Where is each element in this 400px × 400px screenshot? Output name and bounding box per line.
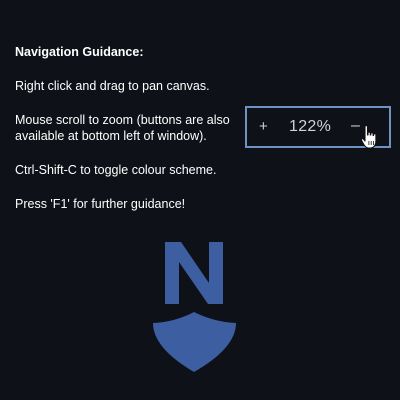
zoom-in-button[interactable]: + [259, 116, 268, 138]
navigation-guidance: Navigation Guidance: Right click and dra… [15, 44, 255, 230]
guidance-help-text: Press 'F1' for further guidance! [15, 197, 186, 211]
logo-shield [153, 312, 236, 372]
hand-cursor-icon [360, 124, 377, 149]
logo-icon [153, 242, 236, 372]
zoom-out-button[interactable]: – [351, 115, 360, 137]
logo-letter [165, 242, 223, 304]
guidance-colour-text: Ctrl-Shift-C to toggle colour scheme. [15, 163, 217, 177]
zoom-level: 122% [289, 118, 332, 135]
guidance-pan-text: Right click and drag to pan canvas. [15, 79, 210, 93]
guidance-zoom-text: Mouse scroll to zoom (buttons are also a… [15, 113, 230, 143]
guidance-title: Navigation Guidance: [15, 45, 144, 59]
